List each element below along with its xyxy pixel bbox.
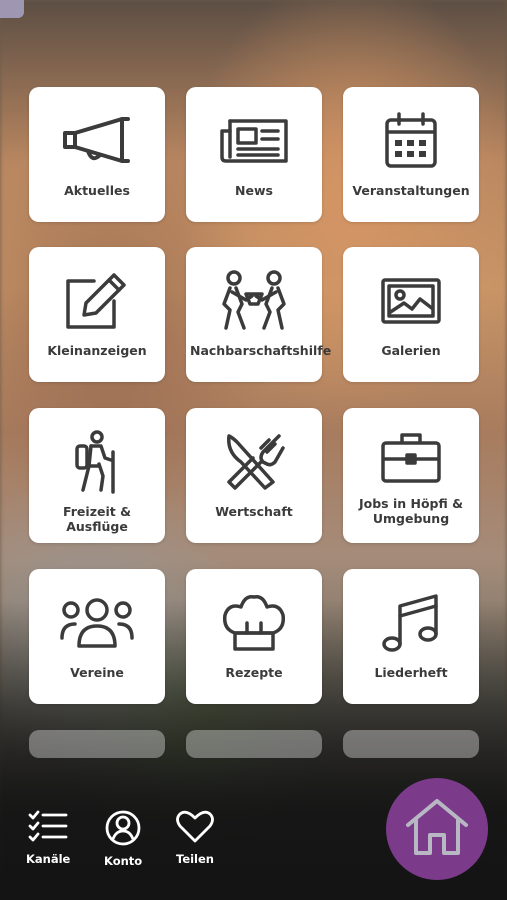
status-badge	[0, 0, 24, 18]
nav-teilen-label: Teilen	[176, 852, 214, 866]
tile-jobs[interactable]: Jobs in Höpfi & Umgebung	[343, 408, 479, 543]
nav-konto[interactable]: Konto	[104, 810, 142, 868]
tile-wertschaft[interactable]: Wertschaft	[186, 408, 322, 543]
heart-icon	[176, 810, 214, 848]
tile-aktuelles[interactable]: Aktuelles	[29, 87, 165, 222]
tile-freizeit[interactable]: Freizeit & Ausflüge	[29, 408, 165, 543]
tile-label: Vereine	[70, 665, 124, 680]
music-note-icon	[375, 591, 447, 655]
tile-vereine[interactable]: Vereine	[29, 569, 165, 704]
tile-kleinanzeigen[interactable]: Kleinanzeigen	[29, 247, 165, 382]
chef-hat-icon	[218, 591, 290, 655]
tile-galerien[interactable]: Galerien	[343, 247, 479, 382]
home-button[interactable]	[386, 778, 488, 880]
fork-knife-icon	[218, 430, 290, 494]
tile-partial	[343, 730, 479, 758]
tile-veranstaltungen[interactable]: Veranstaltungen	[343, 87, 479, 222]
checklist-icon	[28, 810, 68, 848]
helping-people-icon	[218, 269, 290, 333]
nav-kanaele[interactable]: Kanäle	[26, 810, 70, 866]
tile-rezepte[interactable]: Rezepte	[186, 569, 322, 704]
tile-label: Veranstaltungen	[352, 183, 470, 198]
group-icon	[60, 591, 134, 655]
nav-konto-label: Konto	[104, 854, 143, 868]
tile-label: Wertschaft	[215, 504, 293, 519]
tile-label: Aktuelles	[64, 183, 130, 198]
tile-label: News	[235, 183, 273, 198]
tile-partial	[186, 730, 322, 758]
tile-news[interactable]: News	[186, 87, 322, 222]
hiker-icon	[61, 430, 133, 494]
tile-label: Kleinanzeigen	[47, 343, 147, 358]
nav-teilen[interactable]: Teilen	[176, 810, 214, 866]
tile-partial	[29, 730, 165, 758]
briefcase-icon	[375, 426, 447, 490]
tile-label: Galerien	[381, 343, 441, 358]
tile-nachbarschaftshilfe[interactable]: Nachbarschaftshilfe	[186, 247, 332, 382]
tile-label: Jobs in Höpfi & Umgebung	[358, 496, 464, 526]
newspaper-icon	[218, 109, 290, 173]
nav-kanaele-label: Kanäle	[26, 852, 71, 866]
edit-icon	[61, 269, 133, 333]
tile-label: Freizeit & Ausflüge	[63, 504, 131, 534]
account-icon	[105, 810, 141, 850]
image-icon	[375, 269, 447, 333]
tile-liederheft[interactable]: Liederheft	[343, 569, 479, 704]
tile-label: Liederheft	[374, 665, 448, 680]
home-icon	[404, 797, 470, 861]
calendar-icon	[375, 109, 447, 173]
tile-label: Rezepte	[225, 665, 283, 680]
megaphone-icon	[61, 109, 133, 173]
tile-label: Nachbarschaftshilfe	[190, 343, 332, 358]
